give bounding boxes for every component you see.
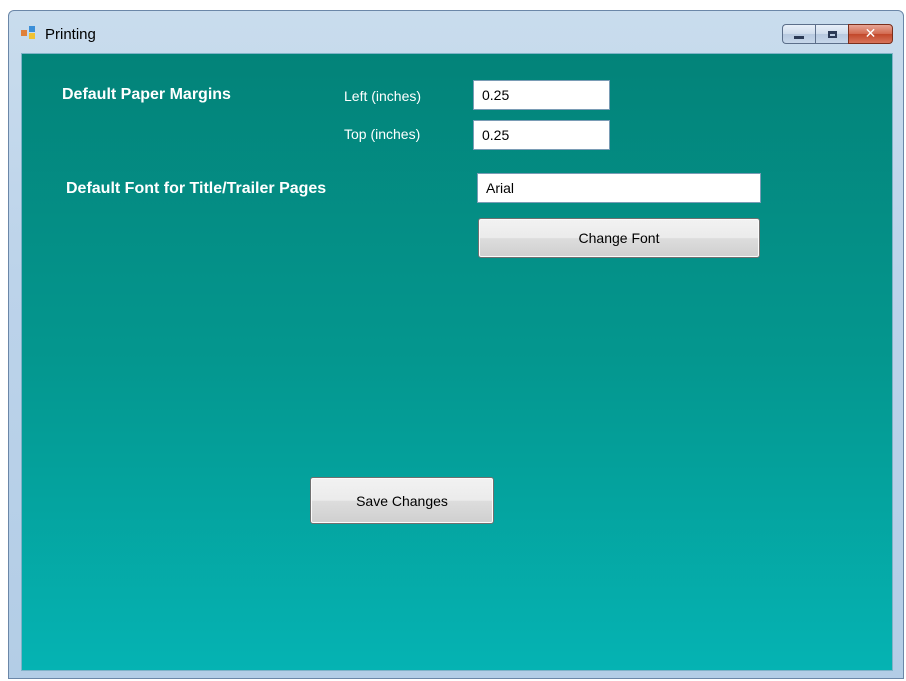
font-name-input[interactable] bbox=[477, 173, 761, 203]
window-controls: ✕ bbox=[782, 24, 893, 44]
close-icon: ✕ bbox=[864, 26, 877, 42]
printing-window: Printing ✕ Default Paper Margins Left (i… bbox=[8, 10, 904, 679]
left-margin-input[interactable] bbox=[473, 80, 610, 110]
minimize-button[interactable] bbox=[782, 24, 815, 44]
app-icon bbox=[21, 26, 37, 40]
change-font-button[interactable]: Change Font bbox=[478, 218, 760, 258]
close-button[interactable]: ✕ bbox=[848, 24, 893, 44]
maximize-icon bbox=[827, 30, 837, 38]
left-margin-label: Left (inches) bbox=[344, 88, 422, 104]
top-margin-input[interactable] bbox=[473, 120, 610, 150]
save-changes-button[interactable]: Save Changes bbox=[310, 477, 494, 524]
minimize-icon bbox=[794, 36, 804, 39]
paper-margins-heading: Default Paper Margins bbox=[62, 86, 231, 103]
title-bar[interactable]: Printing ✕ bbox=[9, 11, 903, 49]
default-font-heading: Default Font for Title/Trailer Pages bbox=[66, 180, 327, 197]
window-title: Printing bbox=[45, 26, 96, 43]
maximize-button[interactable] bbox=[815, 24, 848, 44]
client-area: Default Paper Margins Left (inches) Top … bbox=[21, 53, 893, 671]
top-margin-label: Top (inches) bbox=[344, 126, 421, 142]
